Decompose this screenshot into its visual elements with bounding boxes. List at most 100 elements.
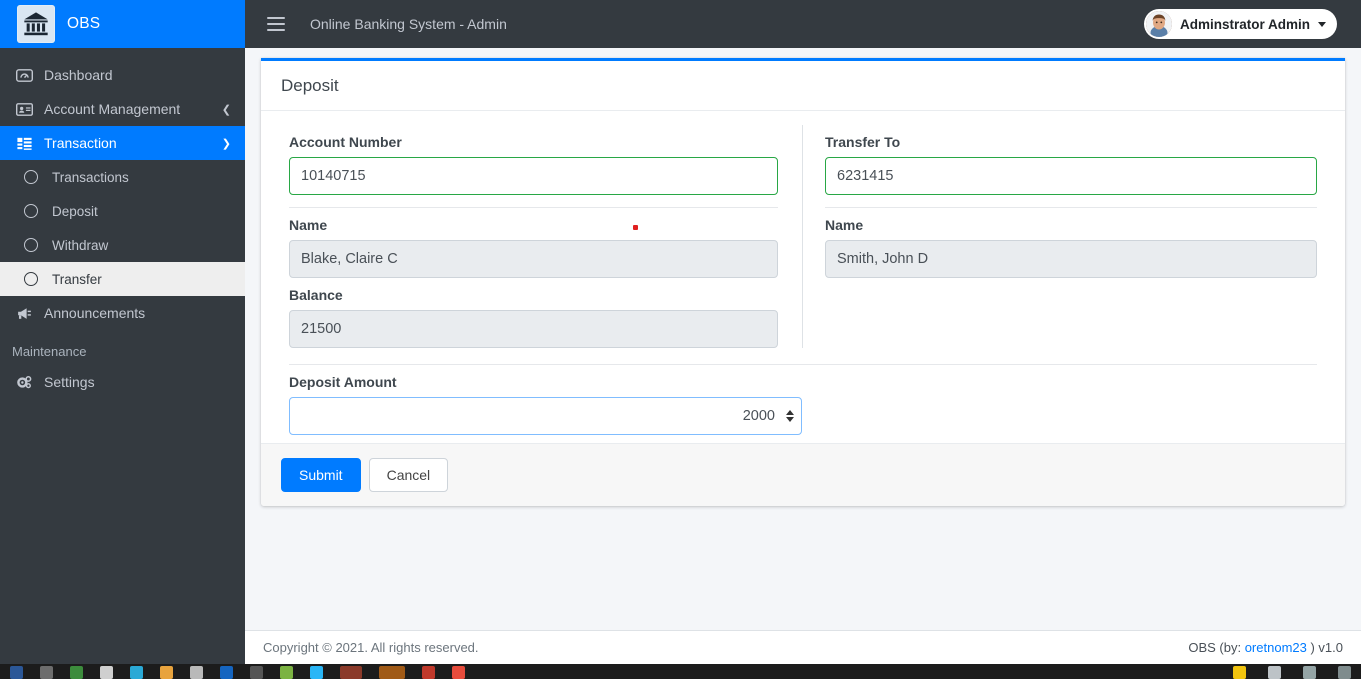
taskbar-icon-11[interactable]	[310, 666, 323, 679]
field-name-right: Name	[825, 217, 1317, 278]
taskbar-tray	[1233, 666, 1351, 679]
submit-button[interactable]: Submit	[281, 458, 361, 492]
tray-icon-3[interactable]	[1303, 666, 1316, 679]
sidebar-item-label: Announcements	[44, 305, 146, 321]
sidebar-item-label: Settings	[44, 374, 95, 390]
tray-icon-4[interactable]	[1338, 666, 1351, 679]
name-right-input	[825, 240, 1317, 278]
tray-icon-2[interactable]	[1268, 666, 1281, 679]
dashboard-icon	[16, 67, 42, 84]
circle-icon	[24, 272, 50, 286]
hamburger-icon[interactable]	[267, 17, 285, 31]
sidebar-subitem-deposit[interactable]: Deposit	[0, 194, 245, 228]
taskbar-icon-1[interactable]	[10, 666, 23, 679]
sidebar-subitem-label: Transactions	[52, 169, 129, 185]
sidebar-item-label: Transaction	[44, 135, 117, 151]
content-area: Deposit Account Number Name	[245, 48, 1361, 630]
form-columns: Account Number Name Balance	[289, 125, 1317, 348]
page-footer: Copyright © 2021. All rights reserved. O…	[245, 630, 1361, 664]
os-taskbar	[0, 664, 1361, 679]
card-footer: Submit Cancel	[261, 443, 1345, 506]
taskbar-icons	[0, 664, 465, 679]
footer-credit-suffix: ) v1.0	[1310, 640, 1343, 655]
account-number-label: Account Number	[289, 134, 402, 150]
sidebar-subitem-transfer[interactable]: Transfer	[0, 262, 245, 296]
chevron-left-icon: ❮	[221, 103, 231, 116]
sidebar-item-announcements[interactable]: Announcements	[0, 296, 245, 330]
application-window: OBS Dashboard Account Management ❮ Trans…	[0, 0, 1361, 679]
spinner-down-icon[interactable]	[786, 417, 794, 422]
sidebar-item-account-management[interactable]: Account Management ❮	[0, 92, 245, 126]
sidebar-subitem-label: Withdraw	[52, 237, 109, 253]
sidebar-subitem-withdraw[interactable]: Withdraw	[0, 228, 245, 262]
taskbar-icon-12[interactable]	[340, 666, 362, 679]
taskbar-icon-13[interactable]	[379, 666, 405, 679]
cancel-button[interactable]: Cancel	[368, 458, 449, 492]
circle-icon	[24, 238, 50, 252]
table-list-icon	[16, 135, 42, 152]
deposit-card: Deposit Account Number Name	[261, 58, 1345, 506]
top-navbar: Online Banking System - Admin Adminstrat…	[245, 0, 1361, 48]
sidebar: OBS Dashboard Account Management ❮ Trans…	[0, 0, 245, 664]
sidebar-nav: Dashboard Account Management ❮ Transacti…	[0, 48, 245, 399]
taskbar-icon-10[interactable]	[280, 666, 293, 679]
gears-icon	[16, 374, 42, 391]
sidebar-item-label: Account Management	[44, 101, 181, 117]
spinner-up-icon[interactable]	[786, 410, 794, 415]
field-transfer-to: Transfer To	[825, 134, 1317, 195]
account-number-input[interactable]	[289, 157, 778, 195]
card-body: Account Number Name Balance	[261, 111, 1345, 443]
sidebar-item-settings[interactable]: Settings	[0, 365, 245, 399]
circle-icon	[24, 204, 50, 218]
chevron-down-icon	[1318, 21, 1326, 27]
footer-author-link[interactable]: oretnom23	[1245, 640, 1307, 655]
sidebar-item-label: Dashboard	[44, 67, 113, 83]
footer-copyright: Copyright © 2021. All rights reserved.	[263, 640, 479, 655]
taskbar-icon-4[interactable]	[100, 666, 113, 679]
brand-header[interactable]: OBS	[0, 0, 245, 48]
taskbar-icon-14[interactable]	[422, 666, 435, 679]
form-column-right: Transfer To Name	[803, 125, 1317, 348]
transfer-to-input[interactable]	[825, 157, 1317, 195]
sidebar-subitem-transactions[interactable]: Transactions	[0, 160, 245, 194]
user-name: Adminstrator Admin	[1179, 16, 1310, 32]
taskbar-icon-7[interactable]	[190, 666, 203, 679]
deposit-amount-label: Deposit Amount	[289, 374, 397, 390]
chevron-down-icon: ❯	[221, 137, 231, 150]
taskbar-icon-2[interactable]	[40, 666, 53, 679]
sidebar-subitem-label: Deposit	[52, 203, 98, 219]
name-left-input	[289, 240, 778, 278]
field-balance: Balance	[289, 287, 778, 348]
taskbar-icon-5[interactable]	[130, 666, 143, 679]
taskbar-icon-3[interactable]	[70, 666, 83, 679]
tray-icon-1[interactable]	[1233, 666, 1246, 679]
sidebar-item-dashboard[interactable]: Dashboard	[0, 58, 245, 92]
user-menu[interactable]: Adminstrator Admin	[1143, 9, 1337, 39]
page-title: Online Banking System - Admin	[310, 16, 507, 32]
red-dot-marker	[633, 225, 638, 230]
circle-icon	[24, 170, 50, 184]
card-title: Deposit	[281, 75, 339, 95]
number-spinner[interactable]	[786, 410, 794, 422]
sidebar-item-transaction[interactable]: Transaction ❯	[0, 126, 245, 160]
field-account-number: Account Number	[289, 134, 778, 195]
bank-icon	[17, 5, 55, 43]
taskbar-icon-15[interactable]	[452, 666, 465, 679]
balance-input	[289, 310, 778, 348]
divider-right-1	[825, 207, 1317, 208]
divider-full	[289, 364, 1317, 365]
taskbar-icon-6[interactable]	[160, 666, 173, 679]
sidebar-section-maintenance: Maintenance	[12, 344, 87, 359]
footer-credit: OBS (by: oretnom23 ) v1.0	[1188, 640, 1343, 655]
balance-label: Balance	[289, 287, 343, 303]
name-right-label: Name	[825, 217, 864, 233]
form-column-left: Account Number Name Balance	[289, 125, 803, 348]
field-name-left: Name	[289, 217, 778, 278]
footer-credit-prefix: OBS (by:	[1188, 640, 1242, 655]
brand-title: OBS	[67, 15, 101, 32]
deposit-amount-input[interactable]	[289, 397, 802, 435]
sidebar-subitem-label: Transfer	[52, 271, 102, 287]
taskbar-icon-9[interactable]	[250, 666, 263, 679]
bullhorn-icon	[16, 305, 42, 322]
taskbar-icon-8[interactable]	[220, 666, 233, 679]
